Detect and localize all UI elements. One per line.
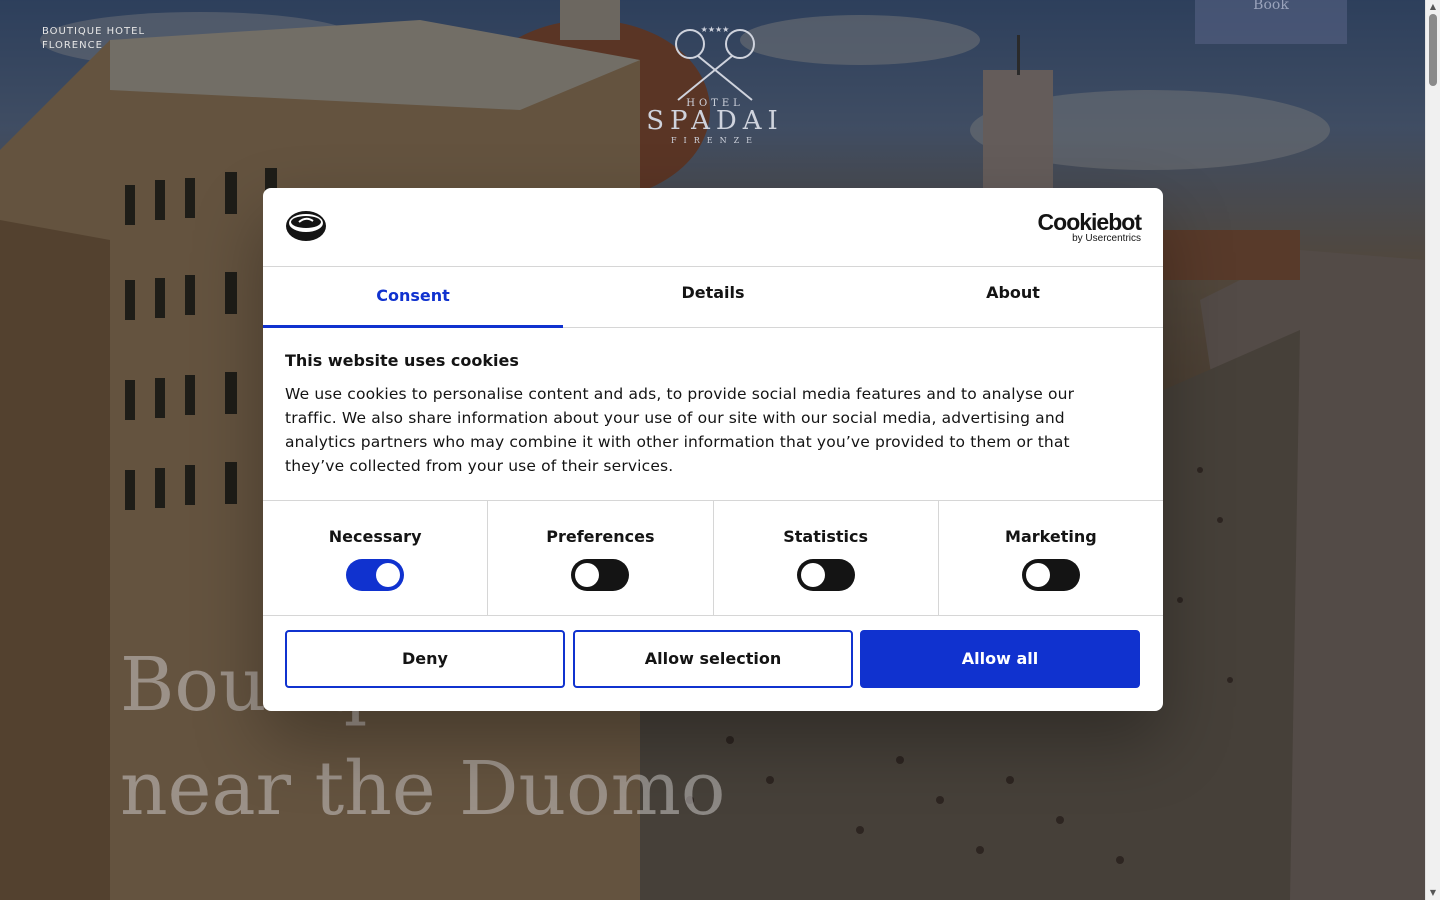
cookiebot-name: Cookiebot bbox=[1037, 209, 1142, 235]
brand-line-2: FLORENCE bbox=[42, 40, 103, 51]
cookiebot-sub: by Usercentrics bbox=[1072, 233, 1141, 244]
logo-city-text: FIRENZE bbox=[671, 136, 759, 145]
category-necessary: Necessary bbox=[263, 501, 489, 615]
dialog-description: We use cookies to personalise content an… bbox=[285, 385, 1075, 475]
allow-all-button[interactable]: Allow all bbox=[860, 630, 1140, 688]
marketing-toggle[interactable] bbox=[1021, 559, 1080, 591]
statistics-toggle[interactable] bbox=[796, 559, 855, 591]
toggle-knob bbox=[800, 563, 825, 587]
scroll-down-arrow-icon[interactable]: ▼ bbox=[1426, 886, 1440, 900]
allow-selection-button[interactable]: Allow selection bbox=[573, 630, 853, 688]
cookiebot-brand-logo[interactable]: Cookiebot by Usercentrics bbox=[1037, 209, 1142, 244]
dialog-title: This website uses cookies bbox=[285, 351, 519, 370]
vertical-scrollbar[interactable]: ▲ ▼ bbox=[1425, 0, 1440, 900]
tab-consent[interactable]: Consent bbox=[263, 266, 563, 328]
logo-stars: ★★★★ bbox=[701, 25, 730, 34]
logo-name-text: SPADAI bbox=[646, 106, 784, 136]
cookie-consent-dialog: Cookiebot by Usercentrics Consent Detail… bbox=[263, 188, 1163, 711]
brand-tagline[interactable]: BOUTIQUE HOTEL FLORENCE bbox=[42, 25, 145, 53]
hotel-logo[interactable]: ★★★★ HOTEL SPADAI FIRENZE bbox=[640, 22, 790, 150]
toggle-knob bbox=[575, 563, 600, 587]
dialog-buttons: Deny Allow selection Allow all bbox=[285, 630, 1141, 688]
category-label: Preferences bbox=[546, 527, 655, 546]
category-label: Marketing bbox=[1005, 527, 1097, 546]
headline-line-2: near the Duomo bbox=[120, 745, 726, 832]
consent-categories: Necessary Preferences Statistics Marketi… bbox=[263, 500, 1163, 616]
deny-button[interactable]: Deny bbox=[285, 630, 565, 688]
category-label: Necessary bbox=[328, 527, 422, 546]
category-marketing: Marketing bbox=[939, 501, 1163, 615]
dialog-tabs: Consent Details About bbox=[263, 266, 1163, 328]
preferences-toggle[interactable] bbox=[571, 559, 630, 591]
tab-details[interactable]: Details bbox=[563, 266, 863, 327]
category-statistics: Statistics bbox=[714, 501, 939, 615]
necessary-toggle[interactable] bbox=[346, 559, 405, 591]
scroll-up-arrow-icon[interactable]: ▲ bbox=[1426, 0, 1440, 14]
category-label: Statistics bbox=[783, 527, 868, 546]
crossed-keys-icon: ★★★★ bbox=[675, 25, 755, 101]
dialog-header: Cookiebot by Usercentrics bbox=[263, 188, 1163, 267]
toggle-knob bbox=[376, 563, 401, 587]
book-button[interactable]: Book bbox=[1195, 0, 1347, 44]
tab-about[interactable]: About bbox=[863, 266, 1163, 327]
scroll-thumb[interactable] bbox=[1429, 14, 1437, 86]
category-preferences: Preferences bbox=[488, 501, 714, 615]
brand-line-1: BOUTIQUE HOTEL bbox=[42, 26, 146, 37]
toggle-knob bbox=[1025, 563, 1050, 587]
cookie-logo-icon bbox=[286, 211, 326, 241]
